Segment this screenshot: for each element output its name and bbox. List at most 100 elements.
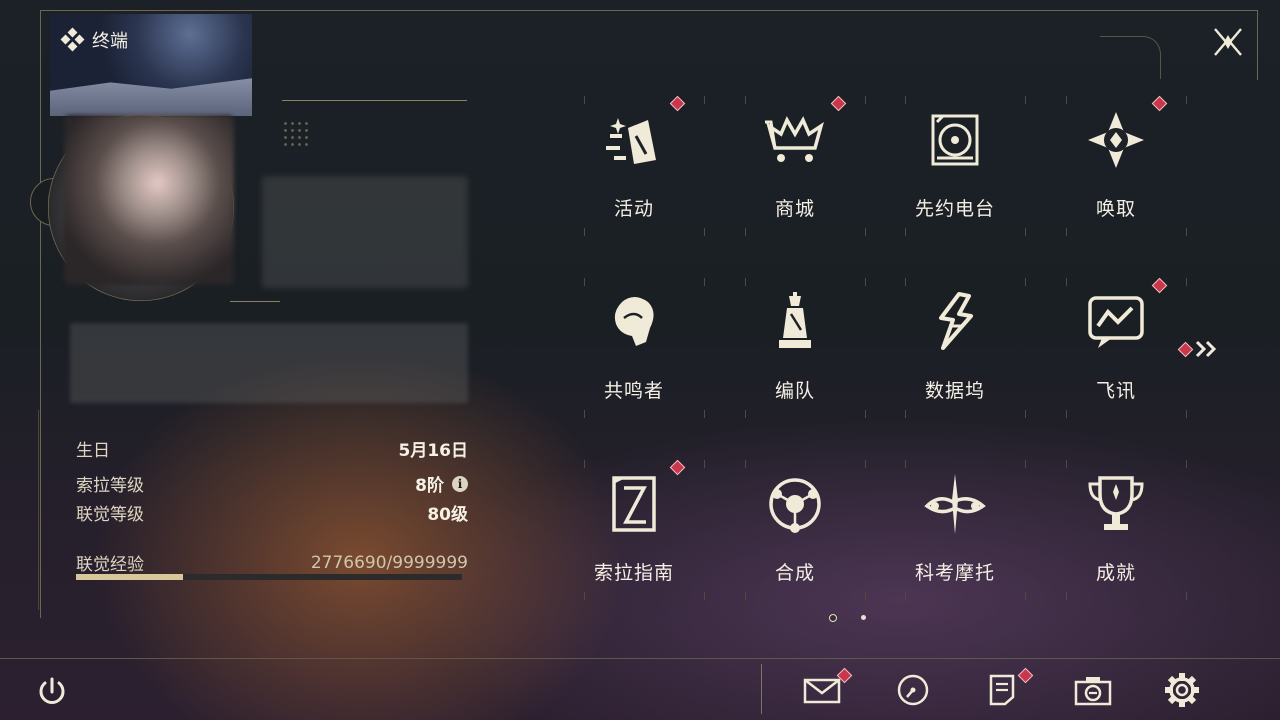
- guide-icon: [602, 472, 666, 536]
- cell-corner-tick: [745, 460, 746, 468]
- stat-value: 5月16日: [398, 441, 469, 461]
- menu-item-label: 商城: [774, 198, 815, 220]
- page-title: 终端: [92, 31, 128, 52]
- cell-corner-tick: [1186, 410, 1187, 418]
- cell-corner-tick: [745, 410, 746, 418]
- menu-item-label: 先约电台: [914, 198, 995, 220]
- notification-badge: [830, 95, 847, 112]
- message-icon: [1084, 290, 1148, 354]
- page-indicator-1[interactable]: [829, 614, 837, 622]
- cell-corner-tick: [584, 410, 585, 418]
- bottom-separator: [761, 664, 762, 714]
- cell-corner-tick: [865, 96, 866, 104]
- cell-corner-tick: [1025, 410, 1026, 418]
- cell-corner-tick: [865, 592, 866, 600]
- cell-corner-tick: [704, 278, 705, 286]
- menu-item-guide[interactable]: 索拉指南: [554, 459, 714, 600]
- avatar[interactable]: [64, 115, 234, 285]
- menu-item-databank[interactable]: 数据坞: [875, 278, 1035, 418]
- cell-corner-tick: [584, 592, 585, 600]
- cell-corner-tick: [905, 410, 906, 418]
- cell-corner-tick: [704, 460, 705, 468]
- synthesis-icon: [763, 472, 827, 536]
- stat-label: 索拉等级: [76, 476, 144, 496]
- cell-corner-tick: [905, 228, 906, 236]
- notice-icon: [989, 674, 1015, 706]
- cell-corner-tick: [865, 460, 866, 468]
- notice-button[interactable]: [982, 667, 1034, 710]
- power-button[interactable]: [32, 672, 72, 712]
- cell-corner-tick: [1186, 278, 1187, 286]
- exp-progress-bar: [76, 574, 462, 580]
- cell-corner-tick: [1186, 460, 1187, 468]
- decorative-dots: [282, 120, 310, 148]
- cell-corner-tick: [704, 592, 705, 600]
- menu-item-gacha[interactable]: 唤取: [1036, 95, 1196, 236]
- cell-corner-tick: [1066, 592, 1067, 600]
- cell-corner-tick: [1066, 278, 1067, 286]
- menu-item-trophy[interactable]: 成就: [1036, 460, 1196, 600]
- mail-button[interactable]: [802, 667, 853, 710]
- cell-corner-tick: [865, 278, 866, 286]
- history-button[interactable]: [893, 670, 933, 710]
- gacha-icon: [1084, 108, 1148, 172]
- cell-corner-tick: [745, 592, 746, 600]
- menu-item-resonator[interactable]: 共鸣者: [554, 278, 714, 418]
- frame-left-line: [40, 10, 41, 618]
- double-chevron-right-icon: [1195, 340, 1217, 358]
- terminal-diamond-icon: [60, 27, 85, 52]
- activity-icon: [602, 108, 666, 172]
- page-indicator-2[interactable]: [861, 615, 866, 620]
- cell-corner-tick: [745, 228, 746, 236]
- frame-right-line: [1257, 10, 1258, 80]
- stat-label: 联觉等级: [76, 505, 144, 525]
- menu-item-synthesis[interactable]: 合成: [715, 460, 875, 600]
- clock-icon: [897, 674, 929, 706]
- notification-badge: [1151, 277, 1168, 294]
- menu-item-label: 唤取: [1095, 198, 1136, 220]
- cell-corner-tick: [1066, 96, 1067, 104]
- cell-corner-tick: [1186, 96, 1187, 104]
- stat-sola-level: 索拉等级 8阶 i: [76, 471, 468, 496]
- menu-item-message[interactable]: 飞讯: [1036, 277, 1196, 418]
- notification-badge: [669, 95, 686, 112]
- cell-corner-tick: [1066, 228, 1067, 236]
- menu-item-radio[interactable]: 先约电台: [875, 96, 1035, 236]
- camera-icon: [1074, 677, 1112, 706]
- stat-union-level: 联觉等级 80级: [76, 500, 468, 525]
- close-button[interactable]: [1208, 24, 1248, 60]
- menu-item-motorcycle[interactable]: 科考摩托: [875, 460, 1035, 600]
- frame-corner: [1100, 36, 1161, 79]
- cell-corner-tick: [704, 228, 705, 236]
- photo-button[interactable]: [1073, 670, 1113, 710]
- cell-corner-tick: [1186, 592, 1187, 600]
- cell-corner-tick: [905, 460, 906, 468]
- stat-value: 80级: [427, 505, 468, 525]
- radio-icon: [923, 108, 987, 172]
- terminal-header: 终端: [60, 27, 128, 53]
- menu-item-activity[interactable]: 活动: [554, 95, 714, 236]
- cell-corner-tick: [1025, 460, 1026, 468]
- signature-redacted[interactable]: [70, 323, 468, 403]
- cell-corner-tick: [905, 96, 906, 104]
- menu-item-label: 活动: [613, 198, 654, 220]
- divider: [230, 301, 280, 302]
- resonator-icon: [602, 290, 666, 354]
- menu-item-team[interactable]: 编队: [715, 278, 875, 418]
- frame-top-line: [40, 10, 1258, 11]
- motorcycle-icon: [923, 472, 987, 536]
- cell-corner-tick: [584, 278, 585, 286]
- cell-corner-tick: [1186, 228, 1187, 236]
- info-icon[interactable]: i: [452, 475, 468, 492]
- settings-icon: [1165, 673, 1199, 707]
- team-icon: [763, 290, 827, 354]
- settings-button[interactable]: [1162, 670, 1202, 710]
- stat-value: 8阶: [415, 476, 444, 496]
- menu-item-shop[interactable]: 商城: [715, 95, 875, 236]
- next-page-button[interactable]: [1177, 340, 1221, 358]
- cell-corner-tick: [1025, 228, 1026, 236]
- trophy-icon: [1084, 472, 1148, 536]
- stat-birthday: 生日 5月16日: [76, 436, 468, 461]
- exp-value: 2776690/9999999: [310, 552, 468, 573]
- cell-corner-tick: [745, 278, 746, 286]
